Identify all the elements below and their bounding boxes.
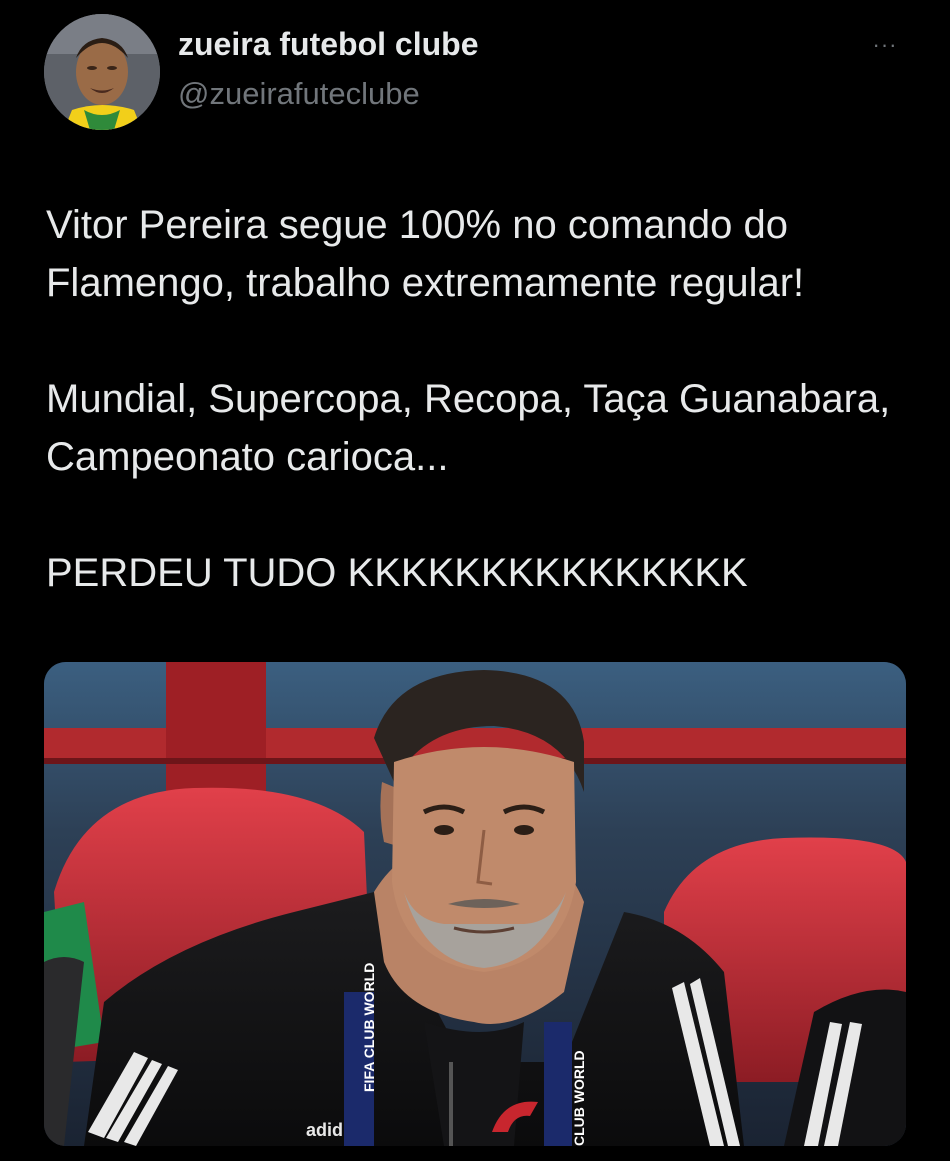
avatar-image — [44, 14, 160, 130]
more-options-button[interactable]: ··· — [862, 28, 908, 62]
user-avatar[interactable] — [44, 14, 160, 130]
user-handle[interactable]: @zueirafuteclube — [178, 76, 420, 112]
tweet-paragraph: Mundial, Supercopa, Recopa, Taça Guanaba… — [46, 377, 891, 479]
tweet-paragraph: PERDEU TUDO KKKKKKKKKKKKKKK — [46, 551, 748, 595]
tweet-paragraph: Vitor Pereira segue 100% no comando do F… — [46, 203, 805, 305]
tweet-card: zueira futebol clube @zueirafuteclube ··… — [0, 0, 950, 1161]
svg-text:FIFA CLUB WORLD: FIFA CLUB WORLD — [361, 963, 377, 1092]
coach-photo: FIFA CLUB WORLD CLUB WORLD adid — [44, 662, 906, 1146]
svg-text:adid: adid — [306, 1120, 343, 1140]
tweet-text: Vitor Pereira segue 100% no comando do F… — [46, 196, 926, 660]
svg-text:CLUB WORLD: CLUB WORLD — [571, 1050, 587, 1146]
tweet-media-image[interactable]: FIFA CLUB WORLD CLUB WORLD adid — [44, 662, 906, 1146]
more-horizontal-icon: ··· — [872, 32, 898, 57]
user-display-name[interactable]: zueira futebol clube — [178, 26, 478, 63]
